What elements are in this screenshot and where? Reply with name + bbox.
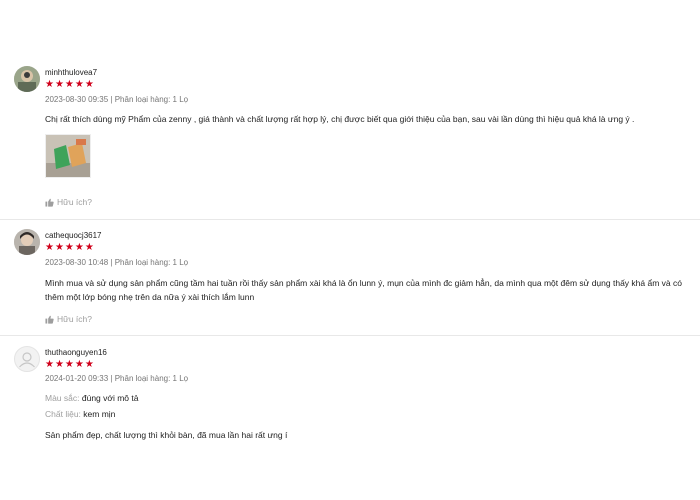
review-text: Sản phẩm đẹp, chất lượng thì khỏi bàn, đ…	[45, 430, 288, 440]
thumbs-up-icon	[45, 198, 54, 207]
review-username[interactable]: minhthulovea7	[45, 68, 97, 77]
review-attribute-color: Màu sắc: đúng với mô tả	[45, 393, 138, 403]
review-date: 2023-08-30 09:35	[45, 95, 109, 104]
review-divider	[0, 335, 700, 336]
avatar[interactable]	[14, 66, 40, 92]
product-photo-image	[46, 135, 90, 177]
helpful-label: Hữu ích?	[57, 314, 92, 324]
review-username[interactable]: thuthaonguyen16	[45, 348, 107, 357]
review-text: thêm một lớp bóng nhẹ trên da nữa ý xài …	[45, 292, 255, 302]
review-username[interactable]: cathequocj3617	[45, 231, 102, 240]
review-variation: Phân loại hàng: 1 Lọ	[114, 374, 189, 383]
attribute-key: Màu sắc:	[45, 393, 80, 403]
review-divider	[0, 219, 700, 220]
review-meta: 2023-08-30 10:48 | Phân loại hàng: 1 Lọ	[45, 258, 188, 267]
rating-stars: ★★★★★	[45, 79, 95, 90]
avatar[interactable]	[14, 229, 40, 255]
review-variation: Phân loại hàng: 1 Lọ	[114, 258, 189, 267]
avatar-image	[14, 66, 40, 92]
rating-stars: ★★★★★	[45, 359, 95, 370]
thumbs-up-icon	[45, 315, 54, 324]
review-attribute-material: Chất liệu: kem mịn	[45, 409, 115, 419]
default-user-icon	[19, 352, 35, 368]
review-photo[interactable]	[45, 134, 91, 178]
review-date: 2023-08-30 10:48	[45, 258, 109, 267]
helpful-button[interactable]: Hữu ích?	[45, 197, 92, 207]
avatar[interactable]	[14, 346, 40, 372]
helpful-label: Hữu ích?	[57, 197, 92, 207]
attribute-key: Chất liệu:	[45, 409, 81, 419]
rating-stars: ★★★★★	[45, 242, 95, 253]
review-meta: 2024-01-20 09:33 | Phân loại hàng: 1 Lọ	[45, 374, 188, 383]
helpful-button[interactable]: Hữu ích?	[45, 314, 92, 324]
review-meta: 2023-08-30 09:35 | Phân loại hàng: 1 Lọ	[45, 95, 188, 104]
review-variation: Phân loại hàng: 1 Lọ	[114, 95, 189, 104]
review-text: Chị rất thích dùng mỹ Phẩm của zenny , g…	[45, 114, 635, 124]
avatar-image	[14, 229, 40, 255]
attribute-value: kem mịn	[83, 409, 116, 419]
attribute-value: đúng với mô tả	[81, 393, 139, 403]
review-date: 2024-01-20 09:33	[45, 374, 109, 383]
